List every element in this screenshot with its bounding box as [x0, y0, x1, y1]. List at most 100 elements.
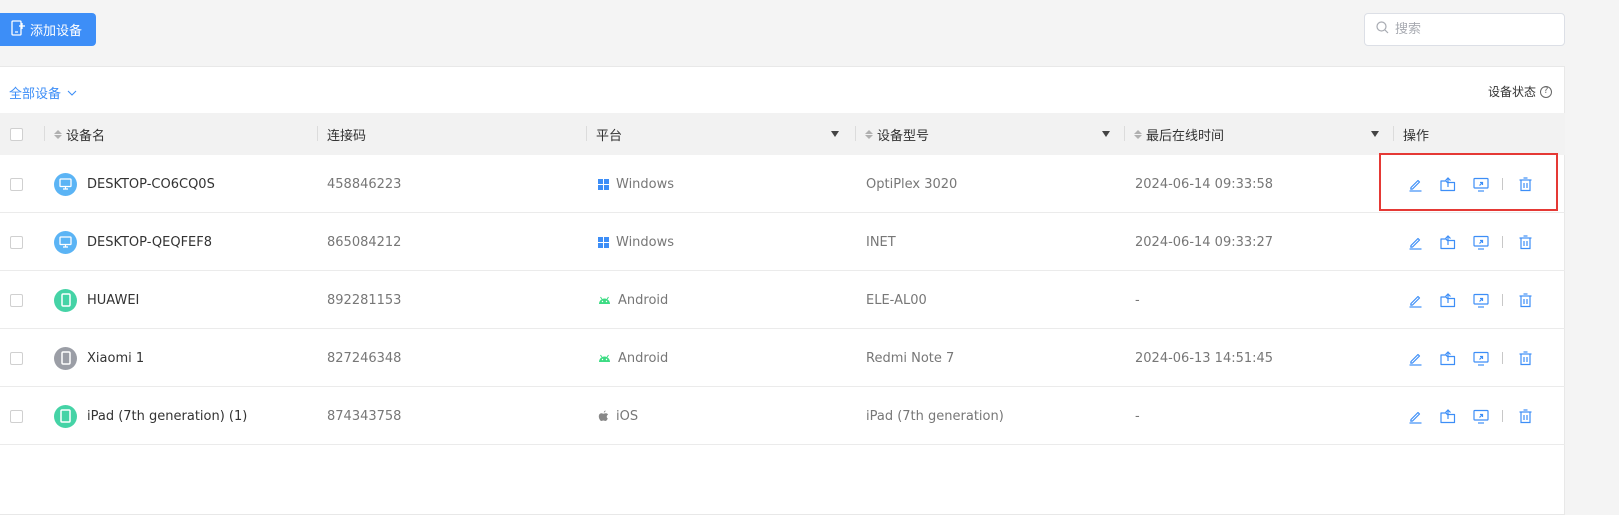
remote-desktop-icon	[1473, 409, 1489, 424]
column-header-model-label: 设备型号	[877, 128, 930, 144]
file-transfer-icon	[1440, 176, 1456, 192]
row-checkbox[interactable]	[10, 409, 23, 423]
edit-icon	[1408, 235, 1423, 250]
device-model-cell: OptiPlex 3020	[866, 155, 957, 213]
column-header-last-online-label: 最后在线时间	[1146, 128, 1225, 144]
connection-code: 458846223	[327, 176, 402, 192]
column-header-code-label: 连接码	[327, 128, 367, 144]
android-icon	[598, 296, 611, 305]
file-transfer-button[interactable]	[1438, 174, 1458, 194]
last-online-time: -	[1135, 292, 1140, 308]
platform-name: iOS	[616, 408, 639, 424]
file-transfer-button[interactable]	[1438, 348, 1458, 368]
table-row[interactable]: DESKTOP-CO6CQ0S 458846223 Windows OptiPl…	[0, 155, 1565, 213]
table-row[interactable]: DESKTOP-QEQFEF8 865084212 Windows INET 2…	[0, 213, 1565, 271]
device-model-cell: Redmi Note 7	[866, 329, 954, 387]
column-header-name[interactable]: 设备名	[54, 113, 105, 155]
last-online-cell: 2024-06-13 14:51:45	[1135, 329, 1273, 387]
edit-button[interactable]	[1405, 174, 1425, 194]
add-device-button[interactable]: 添加设备	[0, 13, 96, 46]
last-online-time: 2024-06-13 14:51:45	[1135, 350, 1274, 366]
file-transfer-button[interactable]	[1438, 406, 1458, 426]
search-input[interactable]	[1395, 22, 1545, 37]
delete-button[interactable]	[1515, 290, 1535, 310]
delete-icon	[1518, 176, 1533, 192]
row-select-cell	[10, 155, 23, 213]
column-header-actions-label: 操作	[1403, 128, 1430, 144]
table-row[interactable]: Xiaomi 1 827246348 Android Redmi Note 7 …	[0, 329, 1565, 387]
row-select-cell	[10, 387, 23, 445]
device-filter-dropdown[interactable]: 全部设备	[9, 83, 77, 102]
select-all-checkbox[interactable]	[10, 127, 23, 141]
device-panel: 全部设备 设备状态 ? 设备名 连接码 平台 设备型号 最后在线时间 操作 DE…	[0, 66, 1565, 515]
row-checkbox[interactable]	[10, 351, 23, 365]
help-icon[interactable]: ?	[1540, 85, 1552, 98]
phone-icon	[54, 346, 77, 370]
sort-icon[interactable]	[54, 129, 62, 139]
sort-icon[interactable]	[865, 129, 873, 139]
device-model: OptiPlex 3020	[866, 176, 958, 192]
add-device-label: 添加设备	[30, 24, 83, 39]
file-transfer-button[interactable]	[1438, 232, 1458, 252]
row-checkbox[interactable]	[10, 293, 23, 307]
platform-name: Windows	[616, 234, 675, 250]
column-header-model[interactable]: 设备型号	[865, 113, 929, 155]
remote-control-button[interactable]	[1471, 406, 1491, 426]
device-name: Xiaomi 1	[87, 350, 145, 366]
caret-down-icon	[1102, 131, 1110, 137]
device-name-cell: Xiaomi 1	[54, 329, 144, 387]
last-online-filter-caret[interactable]	[1371, 113, 1379, 155]
remote-control-button[interactable]	[1471, 174, 1491, 194]
delete-button[interactable]	[1515, 348, 1535, 368]
connection-code: 827246348	[327, 350, 402, 366]
platform-name: Android	[618, 292, 669, 308]
device-name-cell: DESKTOP-QEQFEF8	[54, 213, 212, 271]
column-divider	[586, 126, 587, 141]
device-model-cell: INET	[866, 213, 896, 271]
file-transfer-icon	[1440, 350, 1456, 366]
row-actions	[1405, 155, 1535, 213]
delete-button[interactable]	[1515, 174, 1535, 194]
connection-code-cell: 865084212	[327, 213, 401, 271]
row-checkbox[interactable]	[10, 235, 23, 249]
delete-button[interactable]	[1515, 232, 1535, 252]
edit-button[interactable]	[1405, 290, 1425, 310]
row-actions	[1405, 387, 1535, 445]
table-row[interactable]: iPad (7th generation) (1) 874343758 iOS …	[0, 387, 1565, 445]
last-online-cell: -	[1135, 271, 1140, 329]
remote-control-button[interactable]	[1471, 290, 1491, 310]
delete-icon	[1518, 408, 1533, 424]
windows-icon	[598, 178, 609, 190]
platform-filter-caret[interactable]	[831, 113, 839, 155]
device-name: DESKTOP-QEQFEF8	[87, 234, 213, 250]
apple-icon	[598, 410, 609, 422]
edit-button[interactable]	[1405, 406, 1425, 426]
remote-control-button[interactable]	[1471, 232, 1491, 252]
connection-code: 892281153	[327, 292, 402, 308]
search-box[interactable]	[1364, 13, 1565, 46]
action-divider	[1502, 410, 1503, 422]
remote-control-button[interactable]	[1471, 348, 1491, 368]
edit-button[interactable]	[1405, 232, 1425, 252]
delete-button[interactable]	[1515, 406, 1535, 426]
column-divider	[1393, 126, 1394, 141]
sort-icon[interactable]	[1134, 129, 1142, 139]
device-status-legend[interactable]: 设备状态 ?	[1488, 83, 1552, 100]
row-actions	[1405, 271, 1535, 329]
file-transfer-button[interactable]	[1438, 290, 1458, 310]
edit-button[interactable]	[1405, 348, 1425, 368]
column-header-code: 连接码	[327, 113, 366, 155]
column-divider	[1124, 126, 1125, 141]
last-online-time: 2024-06-14 09:33:27	[1135, 234, 1274, 250]
device-name: iPad (7th generation) (1)	[87, 408, 248, 424]
table-row[interactable]: HUAWEI 892281153 Android ELE-AL00 -	[0, 271, 1565, 329]
platform-cell: Windows	[598, 155, 674, 213]
model-filter-caret[interactable]	[1102, 113, 1110, 155]
last-online-cell: 2024-06-14 09:33:27	[1135, 213, 1273, 271]
column-header-last-online[interactable]: 最后在线时间	[1134, 113, 1224, 155]
row-checkbox[interactable]	[10, 177, 23, 191]
device-filter-label: 全部设备	[9, 87, 62, 102]
connection-code-cell: 892281153	[327, 271, 401, 329]
column-divider	[44, 126, 45, 141]
connection-code: 874343758	[327, 408, 402, 424]
